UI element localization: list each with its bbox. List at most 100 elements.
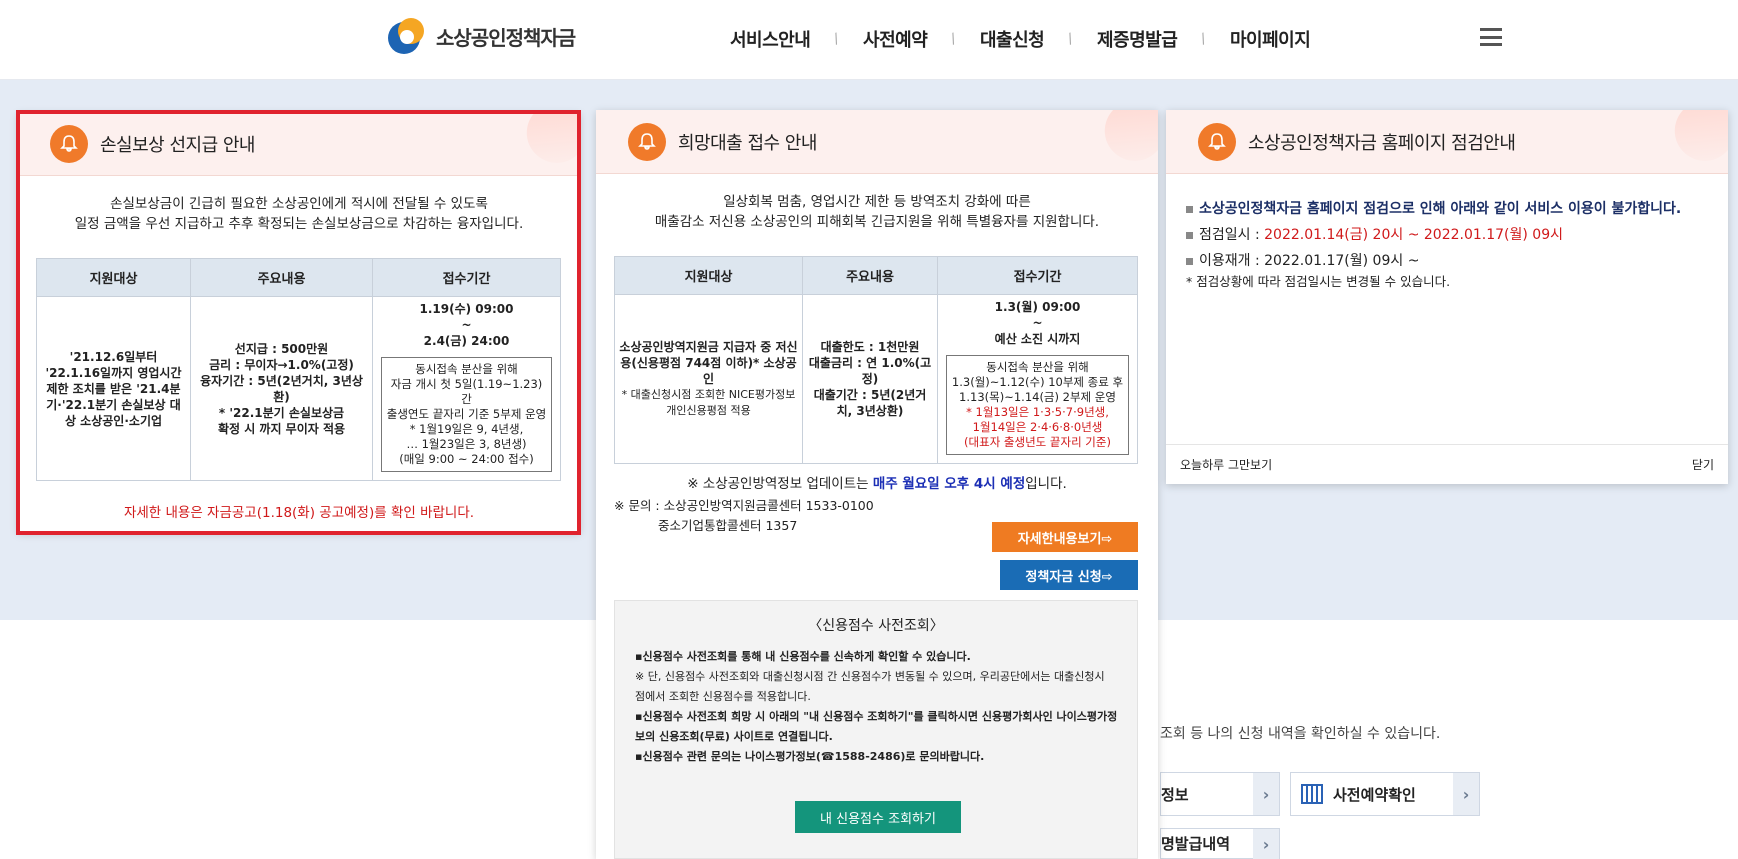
content-line: 확정 시 까지 무이자 적용 <box>217 421 346 436</box>
maintenance-line: 소상공인정책자금 홈페이지 점검으로 인해 아래와 같이 서비스 이용이 불가합… <box>1186 196 1728 222</box>
update-text: ※ 소상공인방역정보 업데이트는 <box>687 476 873 492</box>
chevron-right-icon: › <box>1253 829 1279 859</box>
period-note: 동시접속 분산을 위해 자금 개시 첫 5일(1.19~1.23)간 출생연도 … <box>381 357 552 472</box>
popup-title: 희망대출 접수 안내 <box>678 132 817 154</box>
table-header-row: 지원대상 주요내용 접수기간 <box>614 256 1138 295</box>
site-logo[interactable]: 소상공인정책자금 <box>386 18 576 54</box>
note-line: (매일 9:00 ~ 24:00 접수) <box>399 452 534 466</box>
period-line: 2.4(금) 24:00 <box>423 334 510 348</box>
period-line: ~ <box>1032 316 1043 330</box>
reservation-check-button[interactable]: 사전예약확인 › <box>1290 772 1480 816</box>
info-table: 지원대상 주요내용 접수기간 소상공인방역지원금 지급자 중 저신용(신용평점 … <box>614 256 1138 464</box>
target-line: 소상공인방역지원금 지급자 중 저신용(신용평점 744점 이하)* 소상공인 <box>619 340 798 386</box>
column-header: 주요내용 <box>802 256 938 295</box>
popup-note: 자세한 내용은 자금공고(1.18(화) 공고예정)를 확인 바랍니다. <box>123 505 475 521</box>
nav-mypage[interactable]: 마이페이지 <box>1230 26 1311 52</box>
period-line: 예산 소진 시까지 <box>994 332 1081 346</box>
popup-title: 소상공인정책자금 홈페이지 점검안내 <box>1248 132 1516 154</box>
note-line: 출생연도 끝자리 기준 5부제 운영 <box>386 407 547 421</box>
intro-line: 매출감소 저신용 소상공인의 피해회복 긴급지원을 위해 특별융자를 지원합니다… <box>654 214 1100 230</box>
nav-separator: / <box>948 30 959 48</box>
dont-show-today-button[interactable]: 오늘하루 그만보기 <box>1180 456 1272 473</box>
popup-intro: 일상회복 멈춤, 영업시간 제한 등 방역조치 강화에 따른 매출감소 저신용 … <box>596 192 1158 232</box>
note-line-red: * 1월13일은 1·3·5·7·9년생, <box>966 405 1109 419</box>
table-header-row: 지원대상 주요내용 접수기간 <box>36 258 561 297</box>
bell-icon <box>1198 122 1236 161</box>
popup-header: 손실보상 선지급 안내 <box>18 112 580 176</box>
intro-line: 일상회복 멈춤, 영업시간 제한 등 방역조치 강화에 따른 <box>723 194 1031 210</box>
content-line: 금리 : 무이자→1.0%(고정) <box>209 357 354 372</box>
hope-loan-popup: 희망대출 접수 안내 일상회복 멈춤, 영업시간 제한 등 방역조치 강화에 따… <box>596 110 1158 859</box>
calendar-icon <box>1301 784 1323 804</box>
content-cell: 선지급 : 500만원 금리 : 무이자→1.0%(고정) 융자기간 : 5년(… <box>190 296 373 481</box>
hamburger-menu-icon[interactable] <box>1480 28 1502 46</box>
maintenance-label: 점검일시 : <box>1199 227 1265 243</box>
maintenance-body: 소상공인정책자금 홈페이지 점검으로 인해 아래와 같이 서비스 이용이 불가합… <box>1166 174 1728 290</box>
check-credit-score-button[interactable]: 내 신용점수 조회하기 <box>795 801 961 833</box>
table-row: '21.12.6일부터 '22.1.16일까지 영업시간 제한 조치를 받은 '… <box>36 296 561 481</box>
close-button[interactable]: 닫기 <box>1692 456 1714 473</box>
popup-header: 희망대출 접수 안내 <box>596 110 1158 174</box>
column-header: 지원대상 <box>614 256 803 295</box>
chevron-right-icon: › <box>1253 773 1279 815</box>
column-header: 접수기간 <box>372 258 561 297</box>
nav-pre-reservation[interactable]: 사전예약 <box>863 26 928 52</box>
column-header: 접수기간 <box>937 256 1138 295</box>
info-button[interactable]: 정보 › <box>1160 772 1280 816</box>
credit-line: ▪신용점수 관련 문의는 나이스평가정보(☎1588-2486)로 문의바랍니다… <box>635 750 985 763</box>
maintenance-period: 2022.01.14(금) 20시 ~ 2022.01.17(월) 09시 <box>1264 227 1563 243</box>
credit-score-box: 〈신용점수 사전조회〉 ▪신용점수 사전조회를 통해 내 신용점수를 신속하게 … <box>614 600 1138 859</box>
content-line: * '22.1분기 손실보상금 <box>218 405 345 420</box>
period-note: 동시접속 분산을 위해 1.3(월)~1.12(수) 10부제 종료 후 1.1… <box>946 355 1129 455</box>
mypage-description: 조회 등 나의 신청 내역을 확인하실 수 있습니다. <box>1160 726 1441 742</box>
credit-line: ▪신용점수 사전조회 희망 시 아래의 "내 신용점수 조회하기"를 클릭하시면… <box>635 710 1118 723</box>
policy-fund-apply-button[interactable]: 정책자금 신청⇨ <box>1000 560 1138 590</box>
nav-loan-application[interactable]: 대출신청 <box>980 26 1045 52</box>
content-line: 대출한도 : 1천만원 <box>820 340 920 354</box>
popup-header: 소상공인정책자금 홈페이지 점검안내 <box>1166 110 1728 174</box>
credit-line: 보의 신용조회(무료) 사이트로 연결됩니다. <box>635 730 833 743</box>
update-notice: ※ 소상공인방역정보 업데이트는 매주 월요일 오후 4시 예정입니다. <box>596 472 1158 492</box>
column-header: 주요내용 <box>190 258 373 297</box>
intro-line: 일정 금액을 우선 지급하고 추후 확정되는 손실보상금으로 차감하는 융자입니… <box>74 216 524 232</box>
nav-service-info[interactable]: 서비스안내 <box>730 26 811 52</box>
popup-footer: 오늘하루 그만보기 닫기 <box>1166 444 1728 484</box>
certificate-history-button[interactable]: 명발급내역 › <box>1160 828 1280 859</box>
popup-intro: 손실보상금이 긴급히 필요한 소상공인에게 적시에 전달될 수 있도록 일정 금… <box>18 194 580 234</box>
maintenance-text: 이용재개 : 2022.01.17(월) 09시 ~ <box>1199 253 1420 269</box>
contact-info: ※ 문의 : 소상공인방역지원금콜센터 1533-0100 중소기업통합콜센터 … <box>614 496 874 536</box>
maintenance-popup: 소상공인정책자금 홈페이지 점검안내 소상공인정책자금 홈페이지 점검으로 인해… <box>1166 110 1728 484</box>
info-button-label: 정보 <box>1161 785 1189 804</box>
contact-line: 중소기업통합콜센터 1357 <box>658 518 798 533</box>
content-line: 융자기간 : 5년(2년거치, 3년상환) <box>200 373 363 404</box>
maintenance-note: * 점검상황에 따라 점검일시는 변경될 수 있습니다. <box>1186 274 1451 289</box>
period-line: 1.3(월) 09:00 <box>994 300 1081 314</box>
table-row: 소상공인방역지원금 지급자 중 저신용(신용평점 744점 이하)* 소상공인 … <box>614 294 1138 464</box>
content-line: 대출금리 : 연 1.0%(고정) <box>808 356 932 386</box>
nav-separator: / <box>831 30 842 48</box>
note-line: * 1월19일은 9, 4년생, <box>409 422 524 436</box>
credit-line: ▪신용점수 사전조회를 통해 내 신용점수를 신속하게 확인할 수 있습니다. <box>635 650 971 663</box>
nav-separator: / <box>1198 30 1209 48</box>
bell-icon <box>50 124 88 163</box>
loss-compensation-popup: 손실보상 선지급 안내 손실보상금이 긴급히 필요한 소상공인에게 적시에 전달… <box>18 112 580 532</box>
update-text: 입니다. <box>1025 476 1067 492</box>
credit-title: 〈신용점수 사전조회〉 <box>808 618 944 634</box>
content-line: 선지급 : 500만원 <box>234 341 329 356</box>
intro-line: 손실보상금이 긴급히 필요한 소상공인에게 적시에 전달될 수 있도록 <box>110 196 488 212</box>
reservation-check-label: 사전예약확인 <box>1333 785 1416 804</box>
main-nav: 서비스안내 / 사전예약 / 대출신청 / 제증명발급 / 마이페이지 <box>730 26 1311 52</box>
note-line: 동시접속 분산을 위해 <box>986 360 1089 374</box>
nav-certificate[interactable]: 제증명발급 <box>1097 26 1178 52</box>
note-line: … 1월23일은 3, 8년생) <box>406 437 527 451</box>
maintenance-line: 이용재개 : 2022.01.17(월) 09시 ~ <box>1186 248 1728 274</box>
view-details-button[interactable]: 자세한내용보기⇨ <box>992 522 1138 552</box>
note-line: 1.13(목)~1.14(금) 2부제 운영 <box>959 390 1116 404</box>
nav-separator: / <box>1065 30 1076 48</box>
content-line: 대출기간 : 5년(2년거치, 3년상환) <box>813 388 927 418</box>
contact-line: ※ 문의 : 소상공인방역지원금콜센터 1533-0100 <box>614 498 874 513</box>
credit-line: 점에서 조회한 신용점수를 적용합니다. <box>635 690 811 703</box>
credit-description: ▪신용점수 사전조회를 통해 내 신용점수를 신속하게 확인할 수 있습니다. … <box>615 635 1137 767</box>
target-note: * 대출신청시점 조회한 NICE평가정보 개인신용평점 적용 <box>621 388 796 417</box>
note-line: 1.3(월)~1.12(수) 10부제 종료 후 <box>951 375 1124 389</box>
